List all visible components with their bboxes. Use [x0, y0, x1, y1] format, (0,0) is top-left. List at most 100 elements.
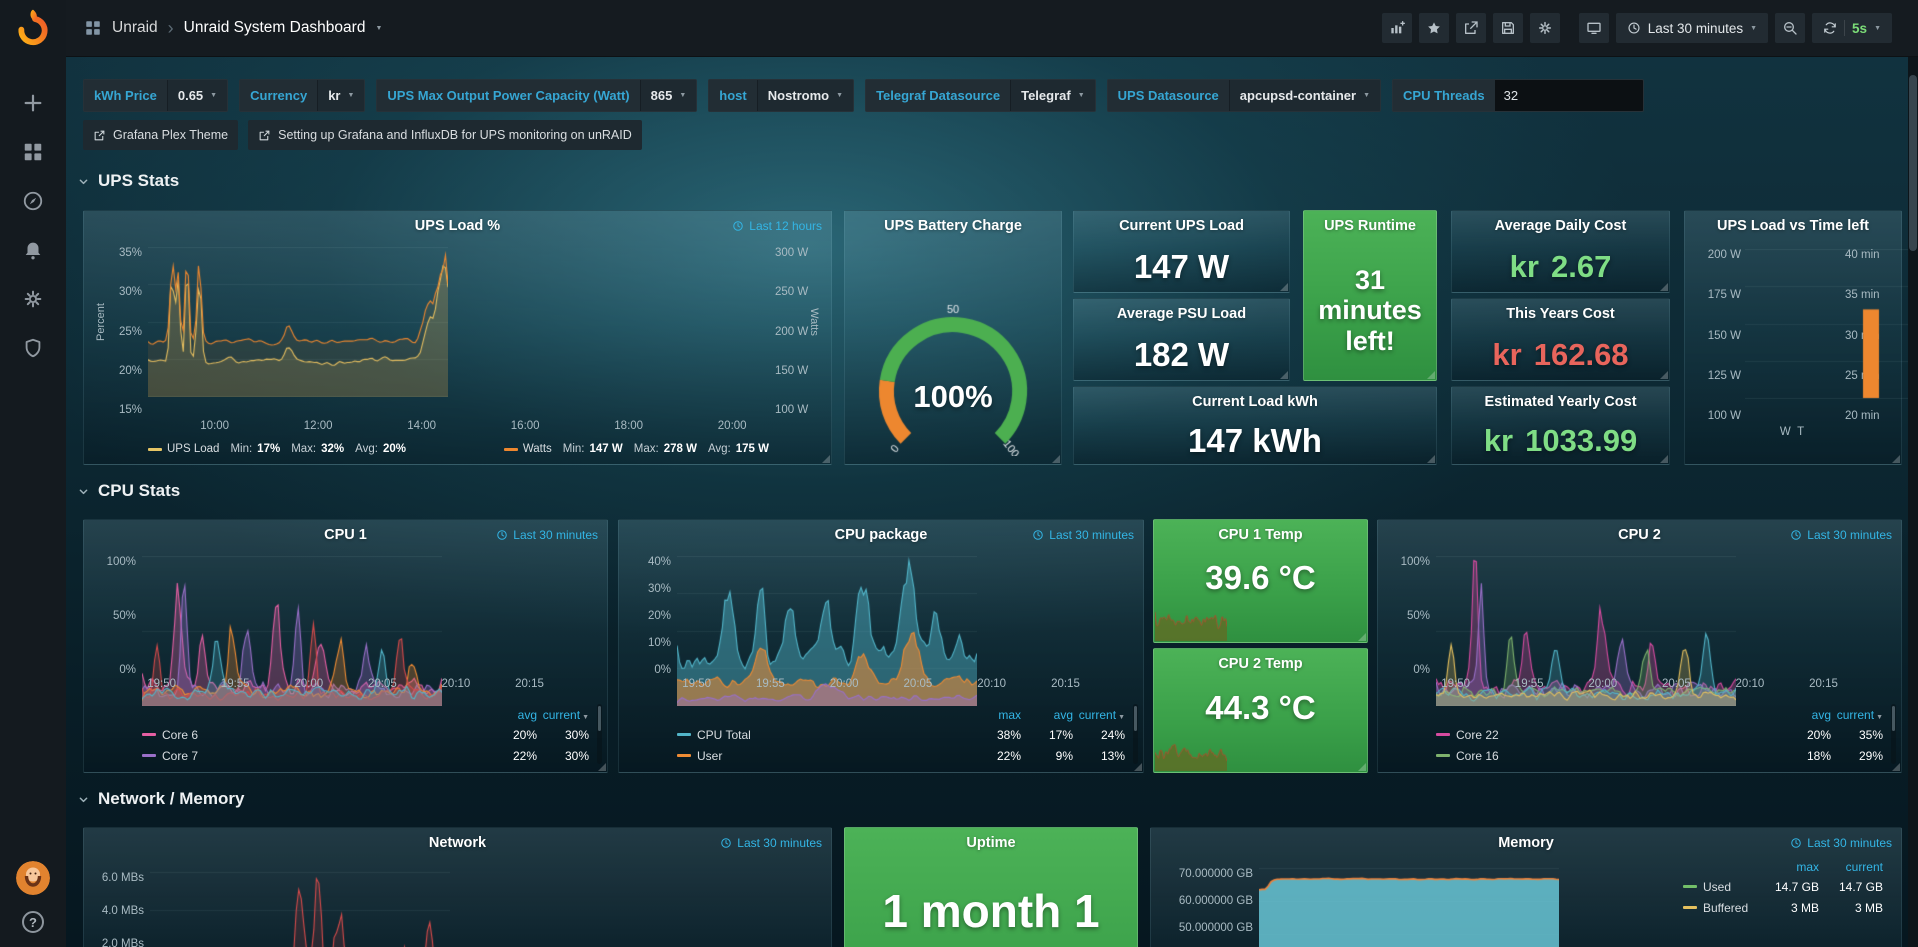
user-avatar[interactable]	[16, 861, 50, 895]
variable-input[interactable]	[1495, 80, 1643, 111]
alerting-bell-icon[interactable]	[22, 239, 44, 261]
save-dashboard-button[interactable]	[1493, 13, 1523, 43]
axis-tick: 2.0 MBs	[102, 938, 144, 947]
panel-title[interactable]: Memory	[1151, 828, 1901, 858]
legend-row: Used14.7 GB14.7 GB	[1683, 876, 1883, 897]
series-toggle[interactable]: Buffered	[1683, 901, 1755, 915]
panel-title[interactable]: CPU 1 Temp	[1154, 520, 1367, 550]
clock-icon	[1790, 529, 1802, 541]
panel-title[interactable]: Current UPS Load	[1074, 211, 1289, 241]
panel-estimated-yearly-cost: Estimated Yearly Cost kr1033.99	[1451, 386, 1670, 465]
legend-sort-avg[interactable]: avg	[1779, 708, 1831, 722]
chevron-down-icon	[76, 174, 91, 189]
grafana-logo[interactable]	[13, 8, 53, 48]
panel-cpu-package: CPU package Last 30 minutes 40%30%20%10%…	[618, 519, 1144, 773]
explore-compass-icon[interactable]	[22, 190, 44, 212]
breadcrumb-dashboard[interactable]: Unraid System Dashboard	[184, 19, 366, 37]
series-toggle[interactable]: Core 16	[1436, 749, 1779, 763]
panel-title[interactable]: UPS Load vs Time left	[1685, 211, 1901, 241]
legend-scrollbar[interactable]	[1133, 704, 1138, 764]
stat-value: kr1033.99	[1452, 417, 1669, 464]
dashboard-link[interactable]: Grafana Plex Theme	[83, 120, 238, 150]
share-dashboard-button[interactable]	[1456, 13, 1486, 43]
series-toggle[interactable]: Core 7	[142, 749, 485, 763]
refresh-button[interactable]: 5s ▼	[1812, 13, 1892, 43]
y-axis-left: 35%30%25%20%15%	[98, 247, 142, 416]
section-network-memory[interactable]: Network / Memory	[76, 789, 244, 809]
dashboard-links-row: Grafana Plex Theme Setting up Grafana and…	[83, 120, 642, 150]
ups-vs-time-chart[interactable]	[1745, 249, 1918, 399]
legend-sort-current[interactable]: current▼	[537, 708, 589, 722]
series-toggle[interactable]: User	[677, 749, 969, 763]
create-icon[interactable]	[22, 92, 44, 114]
memory-chart[interactable]	[1259, 864, 1559, 947]
configuration-gear-icon[interactable]	[22, 288, 44, 310]
panel-title[interactable]: This Years Cost	[1452, 299, 1669, 329]
legend-sort-max[interactable]: max	[1755, 860, 1819, 874]
star-dashboard-button[interactable]	[1419, 13, 1449, 43]
panel-title[interactable]: Average Daily Cost	[1452, 211, 1669, 241]
panel-title[interactable]: Network	[84, 828, 831, 858]
server-admin-shield-icon[interactable]	[22, 337, 44, 359]
chart-legend: avgcurrent▼Core 620%30%Core 722%30%	[142, 706, 589, 766]
time-range-picker[interactable]: Last 30 minutes ▼	[1616, 13, 1768, 43]
variable-value-dropdown[interactable]: Nostromo▼	[757, 80, 853, 111]
ups-load-chart[interactable]	[148, 247, 448, 397]
variable-value-dropdown[interactable]: Telegraf▼	[1010, 80, 1095, 111]
chevron-down-icon: ▼	[1750, 25, 1757, 32]
legend-sort-avg[interactable]: avg	[485, 708, 537, 722]
dashboards-grid-icon[interactable]	[84, 19, 102, 37]
panel-cpu-1-temp: CPU 1 Temp 39.6 °C	[1153, 519, 1368, 643]
legend-sort-current[interactable]: current	[1819, 860, 1883, 874]
panel-title[interactable]: Estimated Yearly Cost	[1452, 387, 1669, 417]
variable-value-dropdown[interactable]: apcupsd-container▼	[1229, 80, 1380, 111]
series-toggle[interactable]: CPU Total	[677, 728, 969, 742]
axis-tick: 20:00	[294, 678, 323, 694]
legend-scrollbar[interactable]	[1891, 704, 1896, 764]
panel-title[interactable]: UPS Runtime	[1304, 211, 1436, 241]
variable-value-dropdown[interactable]: 865▼	[640, 80, 697, 111]
series-toggle[interactable]: Core 22	[1436, 728, 1779, 742]
legend-sort-current[interactable]: current▼	[1831, 708, 1883, 722]
section-cpu-stats[interactable]: CPU Stats	[76, 481, 180, 501]
series-toggle[interactable]: Used	[1683, 880, 1755, 894]
variable-value-dropdown[interactable]: 0.65▼	[167, 80, 227, 111]
axis-tick: 19:50	[147, 678, 176, 694]
legend-scrollbar[interactable]	[597, 704, 602, 764]
dashboard-settings-button[interactable]	[1530, 13, 1560, 43]
breadcrumb-caret-icon[interactable]: ▼	[375, 25, 382, 32]
gear-icon	[1537, 20, 1553, 36]
refresh-icon	[1823, 21, 1837, 35]
series-toggle[interactable]: Core 6	[142, 728, 485, 742]
dashboards-icon[interactable]	[22, 141, 44, 163]
zoom-out-icon	[1782, 20, 1798, 36]
variable-value-dropdown[interactable]: kr▼	[317, 80, 364, 111]
cost-number: 1033.99	[1525, 423, 1637, 459]
legend-sort-current[interactable]: current▼	[1073, 708, 1125, 722]
series-toggle[interactable]: UPS Load	[167, 443, 219, 455]
breadcrumb-folder[interactable]: Unraid	[112, 19, 158, 37]
axis-tick: 300 W	[775, 247, 808, 259]
panel-title[interactable]: UPS Battery Charge	[845, 211, 1061, 241]
dashboard-link[interactable]: Setting up Grafana and InfluxDB for UPS …	[248, 120, 642, 150]
panel-average-daily-cost: Average Daily Cost kr2.67	[1451, 210, 1670, 293]
panel-title[interactable]: Average PSU Load	[1074, 299, 1289, 329]
series-toggle[interactable]: Watts	[523, 443, 552, 455]
zoom-out-button[interactable]	[1775, 13, 1805, 43]
section-ups-stats[interactable]: UPS Stats	[76, 171, 179, 191]
help-button[interactable]: ?	[22, 911, 44, 933]
legend-stat-value: 20%	[383, 443, 406, 455]
chevron-down-icon: ▼	[1874, 25, 1881, 32]
panel-title[interactable]: UPS Load %	[84, 211, 831, 241]
scrollbar-thumb[interactable]	[1909, 75, 1917, 251]
legend-sort-avg[interactable]: avg	[1021, 708, 1073, 722]
panel-title[interactable]: CPU 2 Temp	[1154, 649, 1367, 679]
axis-tick: 20:15	[1809, 678, 1838, 694]
add-panel-button[interactable]	[1382, 13, 1412, 43]
network-chart[interactable]	[150, 864, 450, 947]
axis-tick: 50.000000 GB	[1179, 922, 1253, 934]
panel-title[interactable]: Uptime	[845, 828, 1137, 858]
cycle-view-button[interactable]	[1579, 13, 1609, 43]
legend-sort-max[interactable]: max	[969, 708, 1021, 722]
panel-title[interactable]: Current Load kWh	[1074, 387, 1436, 417]
